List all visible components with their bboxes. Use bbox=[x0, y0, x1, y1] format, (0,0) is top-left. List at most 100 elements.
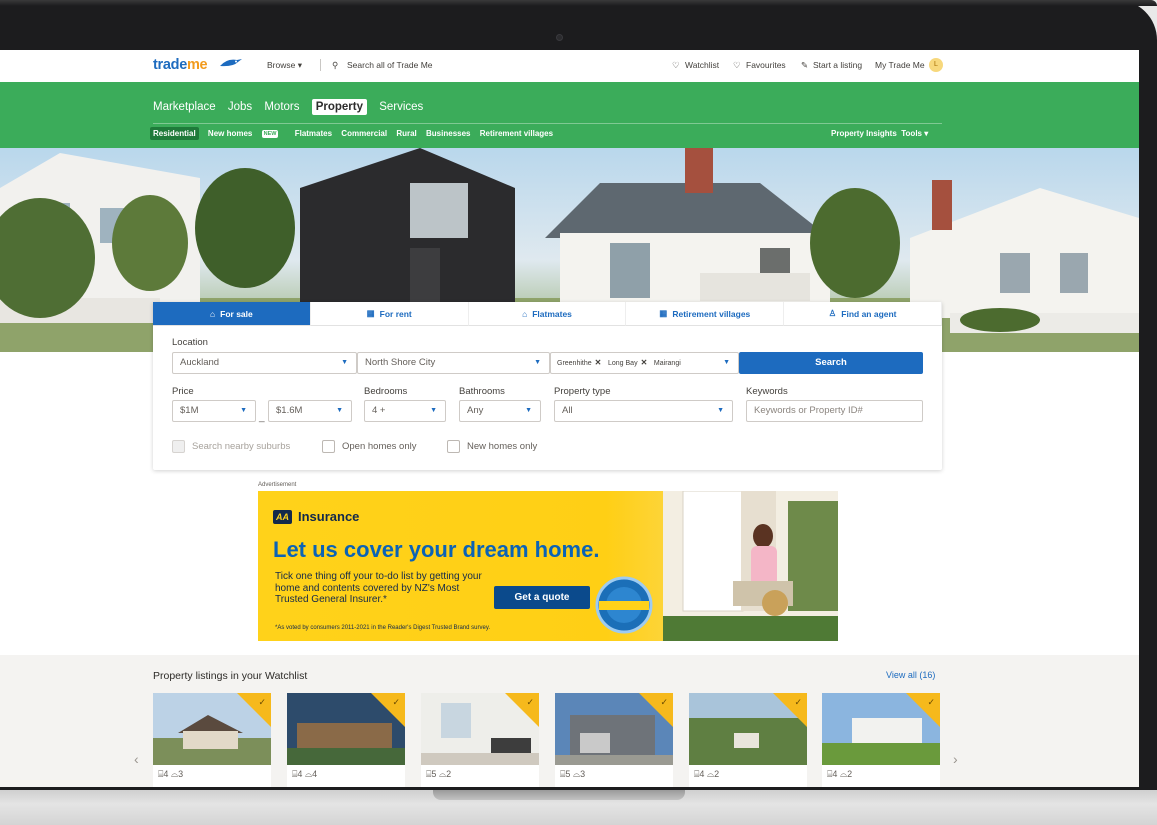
browse-menu[interactable]: Browse ▾ bbox=[267, 60, 302, 71]
watchlist-link[interactable]: Watchlist bbox=[685, 60, 719, 70]
tab-find-agent[interactable]: ♙ Find an agent bbox=[784, 302, 942, 326]
subnav-businesses[interactable]: Businesses bbox=[426, 129, 470, 138]
check-icon: ✓ bbox=[526, 697, 534, 707]
nav-services[interactable]: Services bbox=[379, 101, 423, 113]
remove-icon[interactable]: ✕ bbox=[641, 358, 648, 367]
property-type-label: Property type bbox=[554, 386, 611, 397]
location-label: Location bbox=[172, 337, 208, 348]
subnav-residential[interactable]: Residential bbox=[150, 127, 199, 140]
ad-body: Tick one thing off your to-do list by ge… bbox=[275, 571, 482, 605]
nav-divider bbox=[153, 123, 942, 124]
bath-icon: ⌓ bbox=[572, 769, 581, 779]
keywords-label: Keywords bbox=[746, 386, 788, 397]
search-icon[interactable]: ⚲ bbox=[332, 60, 338, 71]
favourites-link[interactable]: Favourites bbox=[746, 60, 786, 70]
section-nav: Marketplace Jobs Motors Property Service… bbox=[0, 82, 1139, 148]
divider bbox=[320, 59, 321, 71]
check-icon: ✓ bbox=[258, 697, 266, 707]
suburb-chip[interactable]: Long Bay ✕ bbox=[608, 353, 647, 374]
property-insights-link[interactable]: Property Insights bbox=[831, 129, 897, 138]
nav-property[interactable]: Property bbox=[311, 99, 367, 115]
watchlist-card[interactable]: ✓ ⌸4 ⌓4 bbox=[287, 693, 405, 787]
new-homes-checkbox[interactable] bbox=[447, 440, 460, 453]
subnav-retirement[interactable]: Retirement villages bbox=[480, 129, 553, 138]
subnav-flatmates[interactable]: Flatmates bbox=[295, 129, 332, 138]
kiwi-logo-icon bbox=[220, 59, 242, 67]
nav-motors[interactable]: Motors bbox=[264, 101, 299, 113]
bedrooms-label: Bedrooms bbox=[364, 386, 408, 397]
watchlist-card[interactable]: ✓ ⌸4 ⌓2 bbox=[822, 693, 940, 787]
chevron-down-icon: ▼ bbox=[341, 359, 348, 366]
bathrooms-select[interactable]: Any ▼ bbox=[459, 400, 541, 422]
view-all-link[interactable]: View all (16) bbox=[886, 670, 935, 680]
tools-menu[interactable]: Tools ▾ bbox=[901, 129, 928, 138]
price-label: Price bbox=[172, 386, 194, 397]
watchlist-card[interactable]: ✓ ⌸4 ⌓3 bbox=[153, 693, 271, 787]
get-quote-button[interactable]: Get a quote bbox=[494, 586, 590, 609]
nearby-suburbs-option[interactable]: Search nearby suburbs bbox=[172, 440, 290, 453]
tab-for-sale[interactable]: ⌂ For sale bbox=[153, 302, 311, 326]
aa-insurance-ad[interactable]: AA Insurance Let us cover your dream home… bbox=[258, 491, 838, 641]
chevron-left-icon[interactable]: ‹ bbox=[134, 751, 139, 767]
price-max-select[interactable]: $1.6M ▼ bbox=[268, 400, 352, 422]
open-homes-option[interactable]: Open homes only bbox=[322, 440, 416, 453]
chevron-down-icon: ▼ bbox=[240, 407, 247, 414]
chevron-down-icon: ▼ bbox=[717, 407, 724, 414]
avatar[interactable]: L bbox=[929, 58, 943, 72]
site-search-link[interactable]: Search all of Trade Me bbox=[347, 60, 433, 70]
search-button[interactable]: Search bbox=[739, 352, 923, 374]
property-type-select[interactable]: All ▼ bbox=[554, 400, 733, 422]
tab-for-rent[interactable]: ▦ For rent bbox=[310, 302, 469, 326]
watchlist-title: Property listings in your Watchlist bbox=[153, 670, 308, 682]
nav-jobs[interactable]: Jobs bbox=[228, 101, 252, 113]
my-trade-me-link[interactable]: My Trade Me bbox=[875, 60, 925, 70]
webcam bbox=[556, 34, 563, 41]
trademe-logo[interactable]: trademe bbox=[153, 57, 208, 73]
new-homes-option[interactable]: New homes only bbox=[447, 440, 537, 453]
listing-rooms: ⌸4 ⌓4 bbox=[292, 769, 318, 779]
subnav-new-homes[interactable]: New homes NEW bbox=[208, 129, 286, 138]
listing-rooms: ⌸4 ⌓2 bbox=[827, 769, 853, 779]
nearby-checkbox[interactable] bbox=[172, 440, 185, 453]
remove-icon[interactable]: ✕ bbox=[595, 358, 602, 367]
listing-rooms: ⌸5 ⌓3 bbox=[560, 769, 586, 779]
check-icon: ✓ bbox=[660, 697, 668, 707]
listing-rooms: ⌸4 ⌓2 bbox=[694, 769, 720, 779]
chevron-down-icon: ▼ bbox=[336, 407, 343, 414]
tab-flatmates[interactable]: ⌂ Flatmates bbox=[468, 302, 627, 326]
village-icon: ▦ bbox=[659, 308, 668, 318]
pencil-icon: ✎ bbox=[801, 60, 809, 70]
price-min-select[interactable]: $1M ▼ bbox=[172, 400, 256, 422]
watchlist-card[interactable]: ✓ ⌸4 ⌓2 bbox=[689, 693, 807, 787]
check-icon: ✓ bbox=[392, 697, 400, 707]
subnav-rural[interactable]: Rural bbox=[396, 129, 416, 138]
watchlist-icon: ♡ bbox=[672, 60, 680, 70]
chevron-right-icon[interactable]: › bbox=[953, 751, 958, 767]
property-subnav: Residential New homes NEW Flatmates Comm… bbox=[150, 127, 560, 140]
price-separator: _ bbox=[259, 412, 265, 423]
bathrooms-label: Bathrooms bbox=[459, 386, 505, 397]
keywords-input[interactable]: Keywords or Property ID# bbox=[746, 400, 923, 422]
watchlist-card[interactable]: ✓ ⌸5 ⌓3 bbox=[555, 693, 673, 787]
aa-logo: AA Insurance bbox=[273, 509, 359, 524]
watchlist-card[interactable]: ✓ ⌸5 ⌓2 bbox=[421, 693, 539, 787]
suburb-chip[interactable]: Mairangi bbox=[654, 354, 681, 374]
heart-icon: ♡ bbox=[733, 60, 741, 70]
bath-icon: ⌓ bbox=[706, 769, 715, 779]
listing-rooms: ⌸5 ⌓2 bbox=[426, 769, 452, 779]
bedrooms-select[interactable]: 4 + ▼ bbox=[364, 400, 446, 422]
nav-marketplace[interactable]: Marketplace bbox=[153, 101, 216, 113]
subnav-commercial[interactable]: Commercial bbox=[341, 129, 387, 138]
tab-retirement-villages[interactable]: ▦ Retirement villages bbox=[626, 302, 785, 326]
ad-headline: Let us cover your dream home. bbox=[273, 537, 600, 562]
laptop-base bbox=[0, 790, 1157, 825]
chevron-down-icon: ▼ bbox=[723, 359, 730, 366]
suburb-select[interactable]: Greenhithe ✕ Long Bay ✕ Mairangi ▼ bbox=[550, 352, 739, 374]
district-select[interactable]: North Shore City ▼ bbox=[357, 352, 550, 374]
start-listing-link[interactable]: Start a listing bbox=[813, 60, 862, 70]
suburb-chip[interactable]: Greenhithe ✕ bbox=[557, 353, 601, 374]
trusted-brand-badge bbox=[595, 576, 653, 634]
check-icon: ✓ bbox=[794, 697, 802, 707]
region-select[interactable]: Auckland ▼ bbox=[172, 352, 357, 374]
open-homes-checkbox[interactable] bbox=[322, 440, 335, 453]
